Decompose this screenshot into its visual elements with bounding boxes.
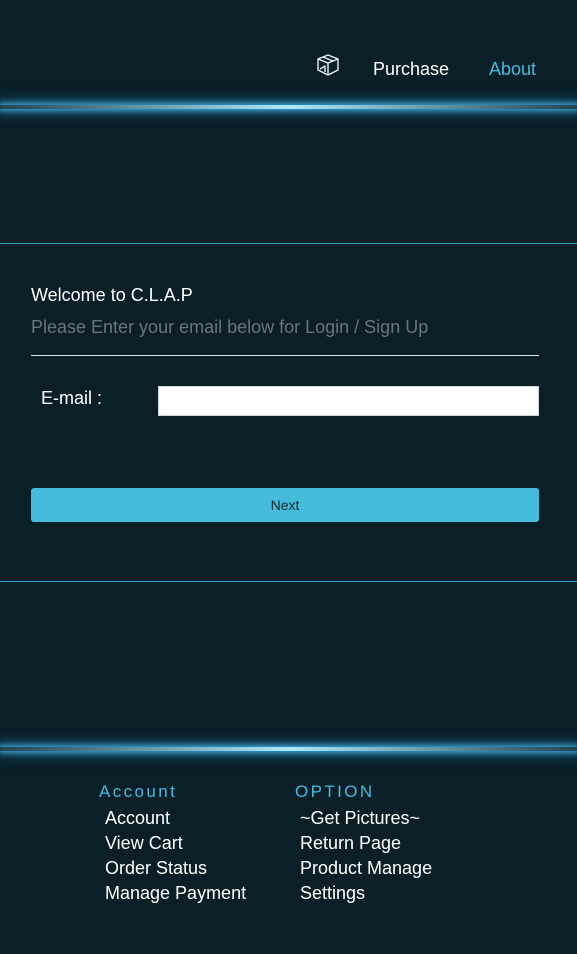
welcome-title: Welcome to C.L.A.P [31,285,193,305]
footer-link-view-cart[interactable]: View Cart [105,831,246,856]
section-top-divider [0,243,577,244]
footer-link-settings[interactable]: Settings [300,881,432,906]
login-instructions: Please Enter your email below for Login … [31,317,429,337]
header: Purchase About [0,0,577,104]
form-divider [31,355,539,356]
nav-purchase[interactable]: Purchase [373,59,449,80]
footer-option-list: ~Get Pictures~ Return Page Product Manag… [300,806,432,906]
footer-link-order-status[interactable]: Order Status [105,856,246,881]
footer-link-get-pictures[interactable]: ~Get Pictures~ [300,806,432,831]
email-label: E-mail : [41,388,103,408]
footer-link-manage-payment[interactable]: Manage Payment [105,881,246,906]
footer-account-list: Account View Cart Order Status Manage Pa… [105,806,246,906]
footer-link-return-page[interactable]: Return Page [300,831,432,856]
header-glow-divider [0,105,577,109]
next-button[interactable]: Next [31,488,539,522]
box-icon[interactable] [314,51,342,79]
footer-heading-account: Account [99,782,178,801]
footer-link-account[interactable]: Account [105,806,246,831]
footer-glow-divider [0,747,577,751]
footer-link-product-manage[interactable]: Product Manage [300,856,432,881]
footer-heading-option: OPTION [295,782,375,801]
email-field[interactable] [158,386,539,416]
section-bottom-divider [0,581,577,582]
nav-about[interactable]: About [489,59,536,80]
